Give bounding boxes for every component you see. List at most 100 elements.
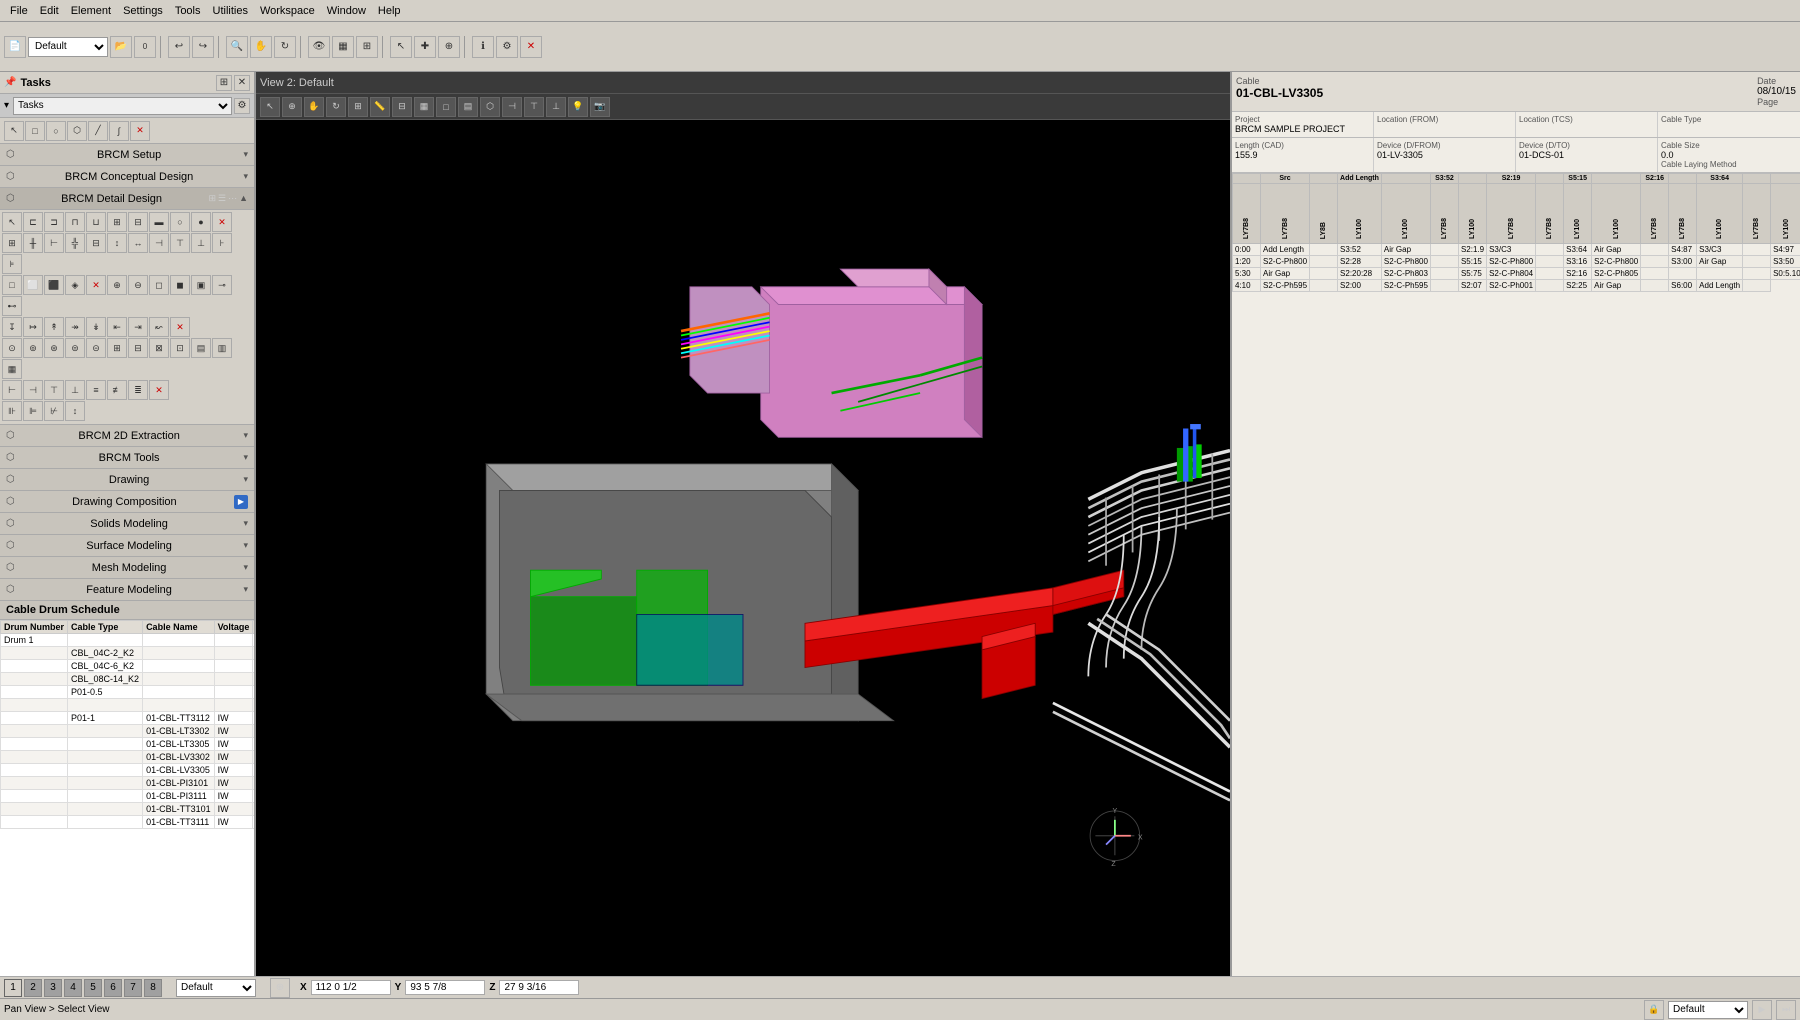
tab-5[interactable]: 5	[84, 979, 102, 997]
bottom-lock-btn[interactable]: 🔒	[1644, 1000, 1664, 1020]
tool-tray2[interactable]: ⊞	[107, 212, 127, 232]
view-tool-top[interactable]: ⊤	[524, 97, 544, 117]
toolbar-select-btn[interactable]: ↖	[390, 36, 412, 58]
tasks-dropdown-gear[interactable]: ⚙	[234, 98, 250, 114]
tool-c9[interactable]: ◼	[170, 275, 190, 295]
toolbar-save-btn[interactable]: 0	[134, 36, 156, 58]
tool-f2[interactable]: ⊣	[23, 380, 43, 400]
tool-d5[interactable]: ↡	[86, 317, 106, 337]
tab-1[interactable]: 1	[4, 979, 22, 997]
tool-tray4[interactable]: ▬	[149, 212, 169, 232]
view-tool-cursor[interactable]: ↖	[260, 97, 280, 117]
tool-e8[interactable]: ⊠	[149, 338, 169, 358]
tab-4[interactable]: 4	[64, 979, 82, 997]
brcm-detail-grid-icon[interactable]: ⊞	[208, 193, 216, 204]
section-brcm-setup[interactable]: ⬡ BRCM Setup ▾	[0, 144, 254, 166]
view-tool-section[interactable]: ⊟	[392, 97, 412, 117]
tool-c2[interactable]: ⬜	[23, 275, 43, 295]
tool-cable3[interactable]: ⊓	[65, 212, 85, 232]
left-tool-select[interactable]: ↖	[4, 121, 24, 141]
tool-b10[interactable]: ⊥	[191, 233, 211, 253]
tasks-close-btn[interactable]: ✕	[234, 75, 250, 91]
bottom-arrow-btn[interactable]: ▶	[1752, 1000, 1772, 1020]
tool-b3[interactable]: ⊢	[44, 233, 64, 253]
section-surface[interactable]: ⬡ Surface Modeling ▾	[0, 535, 254, 557]
tool-e6[interactable]: ⊞	[107, 338, 127, 358]
toolbar-close-btn[interactable]: ✕	[520, 36, 542, 58]
left-tool-poly[interactable]: ⬡	[67, 121, 87, 141]
section-feature[interactable]: ⬡ Feature Modeling ▾	[0, 579, 254, 601]
toolbar-rotate-btn[interactable]: ↻	[274, 36, 296, 58]
tool-e7[interactable]: ⊟	[128, 338, 148, 358]
left-tool-line[interactable]: ╱	[88, 121, 108, 141]
section-brcm-tools[interactable]: ⬡ BRCM Tools ▾	[0, 447, 254, 469]
tool-f8[interactable]: ✕	[149, 380, 169, 400]
schedule-table-wrap[interactable]: SrcAdd LengthS3:52S2:19S5:15S2:16S3:64S4…	[1232, 173, 1800, 976]
tab-7[interactable]: 7	[124, 979, 142, 997]
tool-b7[interactable]: ↔	[128, 233, 148, 253]
tasks-select[interactable]: Tasks	[13, 97, 232, 115]
left-tool-circle[interactable]: ○	[46, 121, 66, 141]
toolbar-undo-btn[interactable]: ↩	[168, 36, 190, 58]
coord-target-btn[interactable]: ⊕	[270, 978, 290, 998]
tool-b6[interactable]: ↕	[107, 233, 127, 253]
y-field[interactable]	[405, 980, 485, 995]
tool-d2[interactable]: ↦	[23, 317, 43, 337]
view-tool-camera[interactable]: 📷	[590, 97, 610, 117]
tool-tray1[interactable]: ⊔	[86, 212, 106, 232]
view-tool-wire[interactable]: □	[436, 97, 456, 117]
tool-d4[interactable]: ↠	[65, 317, 85, 337]
left-tool-curve[interactable]: ∫	[109, 121, 129, 141]
toolbar-pan-btn[interactable]: ✋	[250, 36, 272, 58]
view-combo-select[interactable]: Default	[176, 979, 256, 997]
tool-b1[interactable]: ⊞	[2, 233, 22, 253]
view-tool-pan[interactable]: ✋	[304, 97, 324, 117]
menu-tools[interactable]: Tools	[169, 3, 207, 19]
tool-e3[interactable]: ⊛	[44, 338, 64, 358]
tool-e9[interactable]: ⊡	[170, 338, 190, 358]
view-tool-rotate[interactable]: ↻	[326, 97, 346, 117]
tab-8[interactable]: 8	[144, 979, 162, 997]
menu-file[interactable]: File	[4, 3, 34, 19]
section-brcm-conceptual[interactable]: ⬡ BRCM Conceptual Design ▾	[0, 166, 254, 188]
tool-f4[interactable]: ⊥	[65, 380, 85, 400]
tool-b2[interactable]: ╫	[23, 233, 43, 253]
tasks-expand-btn[interactable]: ⊞	[216, 75, 232, 91]
section-drawing[interactable]: ⬡ Drawing ▾	[0, 469, 254, 491]
toolbar-combo[interactable]: Default	[28, 37, 108, 57]
view-tool-measure[interactable]: 📏	[370, 97, 390, 117]
tool-d9[interactable]: ✕	[170, 317, 190, 337]
tool-f7[interactable]: ≣	[128, 380, 148, 400]
bottom-combo[interactable]: Default	[1668, 1001, 1748, 1019]
view-tool-front[interactable]: ⊣	[502, 97, 522, 117]
toolbar-new-btn[interactable]: 📄	[4, 36, 26, 58]
toolbar-zoom-btn[interactable]: 🔍	[226, 36, 248, 58]
tool-conduit1[interactable]: ○	[170, 212, 190, 232]
tool-c6[interactable]: ⊕	[107, 275, 127, 295]
section-mesh[interactable]: ⬡ Mesh Modeling ▾	[0, 557, 254, 579]
bottom-end-btn[interactable]: ⏭	[1776, 1000, 1796, 1020]
toolbar-render-btn[interactable]: ▦	[332, 36, 354, 58]
tool-b5[interactable]: ⊟	[86, 233, 106, 253]
tool-tray3[interactable]: ⊟	[128, 212, 148, 232]
brcm-detail-list-icon[interactable]: ☰	[218, 193, 226, 204]
tool-d7[interactable]: ⇥	[128, 317, 148, 337]
view-tool-shade[interactable]: ▤	[458, 97, 478, 117]
tool-e4[interactable]: ⊜	[65, 338, 85, 358]
tool-conduit2[interactable]: ●	[191, 212, 211, 232]
tool-g1[interactable]: ⊪	[2, 401, 22, 421]
tool-f3[interactable]: ⊤	[44, 380, 64, 400]
tool-d8[interactable]: ↜	[149, 317, 169, 337]
toolbar-view-btn[interactable]: 👁	[308, 36, 330, 58]
tool-g4[interactable]: ↕	[65, 401, 85, 421]
toolbar-redo-btn[interactable]: ↪	[192, 36, 214, 58]
canvas-3d[interactable]: Y X Z	[256, 120, 1230, 976]
tool-e10[interactable]: ▤	[191, 338, 211, 358]
toolbar-wire-btn[interactable]: ⊞	[356, 36, 378, 58]
tool-c5[interactable]: ✕	[86, 275, 106, 295]
view-tool-render[interactable]: ▦	[414, 97, 434, 117]
section-solids[interactable]: ⬡ Solids Modeling ▾	[0, 513, 254, 535]
tool-f6[interactable]: ≢	[107, 380, 127, 400]
tool-d6[interactable]: ⇤	[107, 317, 127, 337]
view-tool-light[interactable]: 💡	[568, 97, 588, 117]
